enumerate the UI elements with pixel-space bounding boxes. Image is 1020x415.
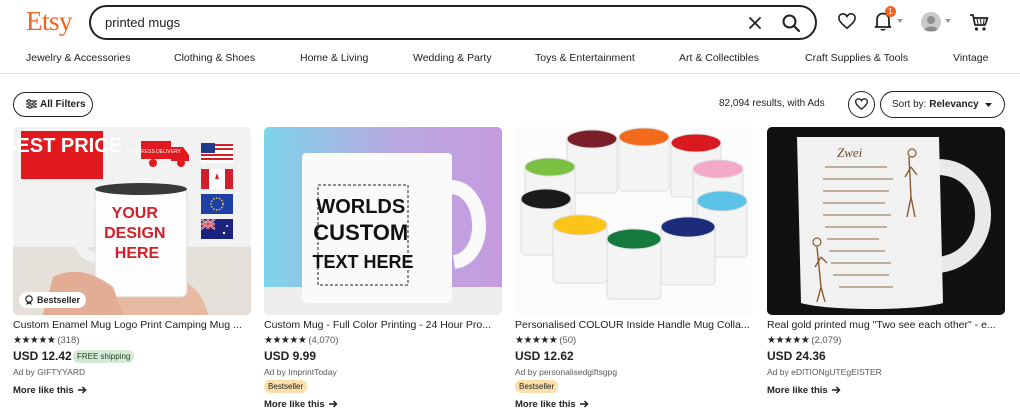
listing-image[interactable]: WORLDS CUSTOM TEXT HERE [264,127,502,315]
listing-title[interactable]: Custom Mug - Full Color Printing - 24 Ho… [264,319,502,331]
ad-by-shop[interactable]: Ad by GIFTYYARD [13,367,85,377]
listing-card[interactable]: Zwei Real gold printed mug "Two see each… [767,127,1005,415]
listing-title[interactable]: Custom Enamel Mug Logo Print Camping Mug… [13,319,251,331]
arrow-right-icon [328,400,338,409]
search-bar[interactable] [89,5,817,40]
category-link[interactable]: Jewelry & Accessories [26,52,130,64]
search-input[interactable] [105,7,725,38]
close-icon[interactable] [747,15,763,31]
sort-value: Relevancy [929,99,979,110]
listing-price: USD 24.36 [767,349,826,363]
chevron-down-icon[interactable] [945,19,951,23]
more-like-this-link[interactable]: More like this [264,399,338,410]
listing-card[interactable]: Personalised COLOUR Inside Handle Mug Co… [515,127,753,415]
listing-title[interactable]: Real gold printed mug "Two see each othe… [767,319,1005,331]
all-filters-button[interactable]: All Filters [13,92,93,117]
avatar[interactable] [921,12,941,32]
category-link[interactable]: Art & Collectibles [679,52,759,64]
best-price-text: BEST PRICE [13,135,122,157]
category-link[interactable]: Clothing & Shoes [174,52,255,64]
category-link[interactable]: Vintage [953,52,988,64]
listing-image[interactable]: Zwei [767,127,1005,315]
listing-image[interactable] [515,127,753,315]
category-link[interactable]: Craft Supplies & Tools [805,52,908,64]
more-like-this-link[interactable]: More like this [515,399,589,410]
review-count: (50) [559,335,577,346]
listing-card[interactable]: BEST PRICE EXPRESS DELIVERY YOUR DESIGN … [13,127,251,415]
listing-rating: ★★★★★ (4,070) [264,335,338,346]
etsy-logo[interactable]: Etsy [26,6,73,37]
heart-icon [855,98,868,110]
mug-text: WORLDS [316,196,405,218]
arrow-right-icon [831,386,841,395]
svg-text:WORLDS CUSTOM: WORLDS CUSTOM TEXT HERE [312,196,413,272]
listing-price: USD 12.62 [515,349,574,363]
search-icon[interactable] [781,13,801,33]
sort-dropdown[interactable]: Sort by: Relevancy [880,91,1005,118]
star-rating: ★★★★★ [767,335,810,346]
listing-rating: ★★★★★ (318) [13,335,80,346]
all-filters-label: All Filters [40,99,86,110]
mug-text: YOUR [112,205,159,222]
category-nav: Jewelry & Accessories Clothing & Shoes H… [0,47,1020,71]
star-rating: ★★★★★ [13,335,56,346]
listing-price: USD 12.42 [13,349,72,363]
results-count: 82,094 results, with Ads [719,98,825,109]
chevron-down-icon[interactable] [897,19,903,23]
review-count: (2,079) [811,335,842,346]
sort-prefix: Sort by: [892,99,930,110]
award-icon [25,295,33,305]
bestseller-badge: Bestseller [264,380,308,393]
listing-title[interactable]: Personalised COLOUR Inside Handle Mug Co… [515,319,753,331]
svg-text:EXPRESS DELIVERY: EXPRESS DELIVERY [131,149,181,155]
caret-down-icon [985,103,992,107]
ad-by-shop[interactable]: Ad by ImprintToday [264,367,337,377]
listing-image[interactable]: BEST PRICE EXPRESS DELIVERY YOUR DESIGN … [13,127,251,315]
review-count: (318) [57,335,80,346]
filter-sliders-icon [26,99,37,109]
mug-text: Zwei [837,145,863,160]
more-like-this-link[interactable]: More like this [13,385,87,396]
arrow-right-icon [77,386,87,395]
review-count: (4,070) [308,335,339,346]
header: Etsy 1 [0,0,1020,44]
listing-price: USD 9.99 [264,349,317,363]
category-link[interactable]: Toys & Entertainment [535,52,635,64]
listing-rating: ★★★★★ (50) [515,335,576,346]
notification-badge: 1 [885,6,896,17]
category-link[interactable]: Home & Living [300,52,368,64]
listing-rating: ★★★★★ (2,079) [767,335,841,346]
divider [0,73,1020,74]
star-rating: ★★★★★ [264,335,307,346]
free-shipping-badge: FREE shipping [73,350,135,363]
favorite-search-button[interactable] [848,91,875,118]
category-link[interactable]: Wedding & Party [413,52,492,64]
more-like-this-link[interactable]: More like this [767,385,841,396]
ad-by-shop[interactable]: Ad by personalisedgiftsgpg [515,367,617,377]
bestseller-badge: Bestseller [515,380,559,393]
bestseller-image-badge: Bestseller [19,292,87,308]
cart-icon[interactable] [969,13,989,32]
listing-card[interactable]: WORLDS CUSTOM TEXT HERE Custom Mug - Ful… [264,127,502,415]
arrow-right-icon [579,400,589,409]
ad-by-shop[interactable]: Ad by eDITIONgUTEgEISTER [767,367,882,377]
star-rating: ★★★★★ [515,335,558,346]
favorites-heart-icon[interactable] [838,12,856,30]
